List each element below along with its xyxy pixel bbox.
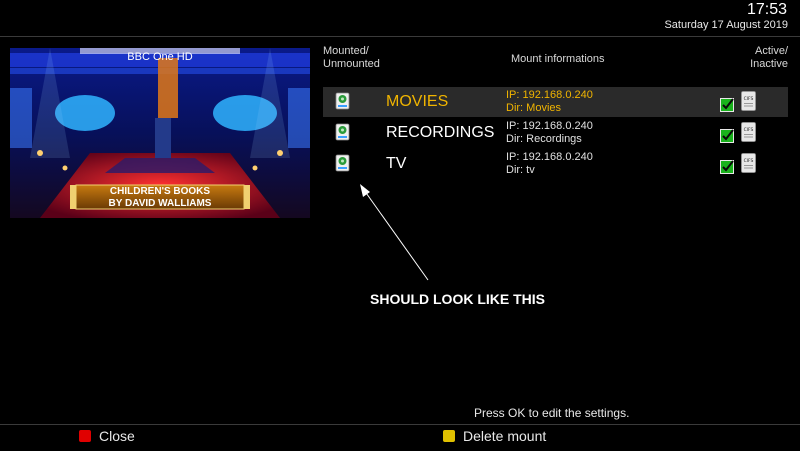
column-header-active: Active/ Inactive [750, 45, 788, 71]
cifs-share-icon: CIFS [741, 91, 756, 111]
mount-dir: Dir: Recordings [506, 133, 582, 145]
mount-row-movies[interactable]: MOVIES IP: 192.168.0.240 Dir: Movies CIF… [323, 87, 788, 117]
svg-text:CIFS: CIFS [744, 158, 754, 164]
caption-line-1: CHILDREN'S BOOKS [109, 186, 211, 197]
help-hint: Press OK to edit the settings. [474, 406, 630, 420]
header-divider [0, 36, 800, 37]
active-checkbox[interactable] [720, 128, 735, 143]
column-header-mounted: Mounted/ Unmounted [323, 45, 380, 71]
yellow-key-icon [443, 430, 455, 442]
mount-ip: IP: 192.168.0.240 [506, 120, 593, 132]
mount-name: RECORDINGS [386, 124, 495, 141]
live-tv-preview: BBC One HD CHILDREN'S BOOKS BY DAVID WAL… [10, 48, 310, 218]
cifs-share-icon: CIFS [741, 153, 756, 173]
footer-divider [0, 424, 800, 425]
annotation-arrow [360, 184, 429, 281]
delete-mount-label: Delete mount [463, 428, 547, 444]
network-drive-icon [335, 154, 350, 172]
mount-dir: Dir: Movies [506, 102, 562, 114]
mount-ip: IP: 192.168.0.240 [506, 89, 593, 101]
active-checkbox[interactable] [720, 159, 735, 174]
caption-line-2: BY DAVID WALLIAMS [108, 198, 212, 209]
close-label: Close [99, 428, 135, 444]
mount-ip: IP: 192.168.0.240 [506, 151, 593, 163]
column-header-mounted-line1: Mounted/ [323, 45, 369, 57]
mount-name: TV [386, 155, 407, 172]
network-drive-icon [335, 123, 350, 141]
mount-row-recordings[interactable]: RECORDINGS IP: 192.168.0.240 Dir: Record… [323, 118, 788, 148]
date-label: Saturday 17 August 2019 [664, 19, 788, 31]
red-key-icon [79, 430, 91, 442]
active-checkbox[interactable] [720, 97, 735, 112]
column-header-active-line1: Active/ [754, 45, 788, 57]
column-header-active-line2: Inactive [750, 58, 788, 70]
svg-text:CIFS: CIFS [744, 127, 754, 133]
network-drive-icon [335, 92, 350, 110]
mount-dir: Dir: tv [506, 164, 535, 176]
clock: 17:53 [746, 1, 787, 18]
mount-row-tv[interactable]: TV IP: 192.168.0.240 Dir: tv CIFS [323, 149, 788, 179]
svg-text:CIFS: CIFS [744, 96, 754, 102]
cifs-share-icon: CIFS [741, 122, 756, 142]
channel-name: BBC One HD [127, 51, 193, 63]
column-header-info: Mount informations [511, 53, 605, 65]
column-header-mounted-line2: Unmounted [323, 58, 380, 70]
annotation-text: SHOULD LOOK LIKE THIS [370, 291, 545, 307]
mount-name: MOVIES [386, 93, 449, 110]
